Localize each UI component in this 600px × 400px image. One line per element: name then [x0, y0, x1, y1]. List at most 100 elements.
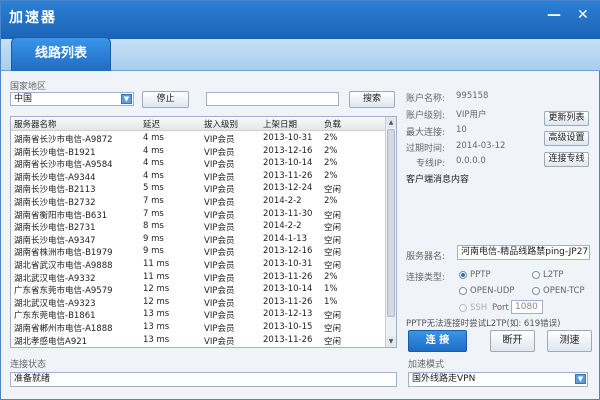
cell-load: 空闲 — [324, 336, 342, 347]
open-udp-radio[interactable] — [459, 287, 467, 295]
table-row[interactable]: 湖南长沙电信-B2731 8 ms VIP会员 2014-2-2 空闲 — [11, 220, 386, 233]
cell-server-name: 湖南长沙电信-B2732 — [14, 198, 96, 208]
mode-dropdown[interactable]: 国外线路走VPN ▼ — [408, 372, 588, 387]
port-input[interactable]: 1080 — [511, 300, 543, 314]
speed-test-button[interactable]: 测速 — [547, 330, 592, 352]
port-label: Port — [492, 303, 509, 313]
cell-server-name: 湖北孝感电信A921 — [14, 336, 88, 347]
cell-level: VIP会员 — [204, 135, 235, 145]
table-row[interactable]: 湖北省武汉市电信-A9888 11 ms VIP会员 2013-10-31 空闲 — [11, 258, 386, 271]
cell-date: 2013-10-15 — [263, 322, 313, 332]
table-row[interactable]: 湖北武汉电信-A9323 12 ms VIP会员 2013-11-26 1% — [11, 296, 386, 309]
cell-level: VIP会员 — [204, 324, 235, 334]
table-row[interactable]: 湖南长沙电信-B2113 5 ms VIP会员 2013-12-24 空闲 — [11, 182, 386, 195]
tab-server-list[interactable]: 线路列表 — [11, 37, 111, 71]
table-row[interactable]: 湖北孝感电信A921 13 ms VIP会员 2013-11-26 空闲 — [11, 334, 386, 347]
l2tp-radio[interactable] — [532, 271, 540, 279]
table-row[interactable]: 广东省东莞市电信-A9579 12 ms VIP会员 2013-10-14 1% — [11, 283, 386, 296]
dedicated-ip-value: 0.0.0.0 — [456, 156, 486, 166]
scroll-down-icon[interactable]: ▼ — [386, 336, 396, 347]
cell-level: VIP会员 — [204, 261, 235, 271]
account-level-value: VIP用户 — [456, 110, 487, 120]
server-list-header: 服务器名称 延迟 拔入级别 上架日期 负载 — [11, 117, 386, 131]
cell-load: 空闲 — [324, 185, 342, 196]
mode-selected: 国外线路走VPN — [412, 374, 476, 384]
cell-load: 空闲 — [324, 210, 342, 221]
cell-load: 1% — [324, 296, 338, 307]
disconnect-button[interactable]: 断开 — [490, 330, 535, 352]
col-load[interactable]: 负载 — [324, 118, 341, 130]
col-level[interactable]: 拔入级别 — [204, 118, 238, 130]
window-title: 加速器 — [9, 10, 57, 26]
close-icon[interactable]: ✕ — [577, 7, 589, 23]
table-row[interactable]: 湖南省衡阳市电信-B631 7 ms VIP会员 2013-11-30 空闲 — [11, 208, 386, 221]
cell-level: VIP会员 — [204, 185, 235, 196]
cell-server-name: 湖南长沙电信-A9347 — [14, 235, 96, 246]
table-row[interactable]: 湖北武汉电信-A9332 11 ms VIP会员 2013-11-26 2% — [11, 271, 386, 284]
connect-button[interactable]: 连 接 — [408, 330, 467, 352]
cell-server-name: 湖北省武汉市电信-A9888 — [14, 261, 113, 271]
cell-latency: 11 ms — [143, 259, 170, 269]
col-latency[interactable]: 延迟 — [143, 118, 160, 130]
list-scrollbar[interactable]: ▲ ▼ — [385, 117, 396, 347]
cell-date: 2013-12-24 — [263, 183, 313, 194]
scroll-thumb[interactable] — [387, 129, 395, 317]
cell-load: 空闲 — [324, 235, 342, 246]
cell-server-name: 湖南省衡阳市电信-B631 — [14, 210, 108, 221]
cell-date: 2013-12-13 — [263, 309, 313, 320]
table-row[interactable]: 湖南省长沙市电信-A9872 4 ms VIP会员 2013-10-31 2% — [11, 132, 386, 145]
cell-load: 空闲 — [324, 311, 342, 322]
pptp-label: PPTP — [470, 270, 491, 280]
cell-load: 2% — [324, 145, 338, 156]
table-row[interactable]: 广东东莞电信-B1861 13 ms VIP会员 2013-12-13 空闲 — [11, 308, 386, 321]
table-row[interactable]: 湖南省郴州市电信-A1888 13 ms VIP会员 2013-10-15 空闲 — [11, 321, 386, 334]
connection-type-label: 连接类型: — [406, 273, 446, 283]
cell-latency: 13 ms — [143, 322, 170, 332]
pptp-radio[interactable] — [459, 271, 467, 279]
region-dropdown[interactable]: 中国 ▼ — [10, 92, 134, 106]
app-window: 加速器 — ✕ 线路列表 国家地区 中国 ▼ 停止 搜索 服务器名称 延迟 拔入… — [0, 0, 600, 400]
cell-level: VIP会员 — [204, 198, 235, 208]
cell-load: 空闲 — [324, 248, 342, 259]
server-list[interactable]: 服务器名称 延迟 拔入级别 上架日期 负载 湖南省长沙市电信-A9872 4 ms… — [10, 116, 397, 348]
table-row[interactable]: 湖南长沙电信-A9344 4 ms VIP会员 2013-11-26 2% — [11, 170, 386, 183]
cell-date: 2013-12-16 — [263, 145, 313, 156]
cell-latency: 4 ms — [143, 145, 164, 156]
search-button[interactable]: 搜索 — [349, 91, 395, 108]
connect-dedicated-button[interactable]: 连接专线 — [544, 152, 589, 167]
cell-load: 1% — [324, 284, 338, 295]
cell-level: VIP会员 — [204, 223, 235, 234]
col-date[interactable]: 上架日期 — [263, 118, 297, 130]
cell-latency: 4 ms — [143, 158, 164, 169]
cell-latency: 9 ms — [143, 233, 164, 244]
cell-date: 2013-11-30 — [263, 208, 313, 219]
cell-date: 2013-11-26 — [263, 170, 313, 181]
scroll-up-icon[interactable]: ▲ — [386, 117, 396, 128]
stop-button[interactable]: 停止 — [142, 91, 189, 108]
open-tcp-radio[interactable] — [532, 287, 540, 295]
col-server-name[interactable]: 服务器名称 — [14, 118, 57, 130]
table-row[interactable]: 湖南省长沙市电信-A9584 4 ms VIP会员 2013-10-14 2% — [11, 157, 386, 170]
advanced-settings-button[interactable]: 高级设置 — [544, 131, 589, 146]
title-bar[interactable]: 加速器 — ✕ — [1, 1, 600, 39]
cell-latency: 13 ms — [143, 334, 170, 345]
dedicated-ip-label: 专线IP: — [416, 159, 446, 169]
cell-server-name: 湖南省郴州市电信-A1888 — [14, 324, 113, 334]
table-row[interactable]: 湖南长沙电信-A9347 9 ms VIP会员 2014-1-13 空闲 — [11, 233, 386, 246]
server-name-field[interactable]: 河南电信-精品线路禁ping-JP277 — [457, 245, 590, 260]
cell-level: VIP会员 — [204, 147, 235, 158]
table-row[interactable]: 湖南长沙电信-B2732 7 ms VIP会员 2014-2-2 2% — [11, 195, 386, 208]
refresh-list-button[interactable]: 更新列表 — [544, 111, 589, 126]
minimize-icon[interactable]: — — [547, 7, 561, 23]
ssh-radio[interactable] — [459, 304, 467, 312]
table-row[interactable]: 湖南省株洲市电信-B1979 9 ms VIP会员 2013-12-16 空闲 — [11, 245, 386, 258]
cell-server-name: 湖南省长沙市电信-A9584 — [14, 160, 113, 171]
cell-load: 2% — [324, 158, 338, 169]
search-input[interactable] — [206, 92, 339, 106]
cell-latency: 7 ms — [143, 208, 164, 219]
cell-latency: 13 ms — [143, 309, 170, 320]
cell-server-name: 湖南长沙电信-B1921 — [14, 147, 96, 158]
table-row[interactable]: 湖南长沙电信-B1921 4 ms VIP会员 2013-12-16 2% — [11, 145, 386, 158]
cell-latency: 5 ms — [143, 183, 164, 194]
cell-level: VIP会员 — [204, 311, 235, 322]
